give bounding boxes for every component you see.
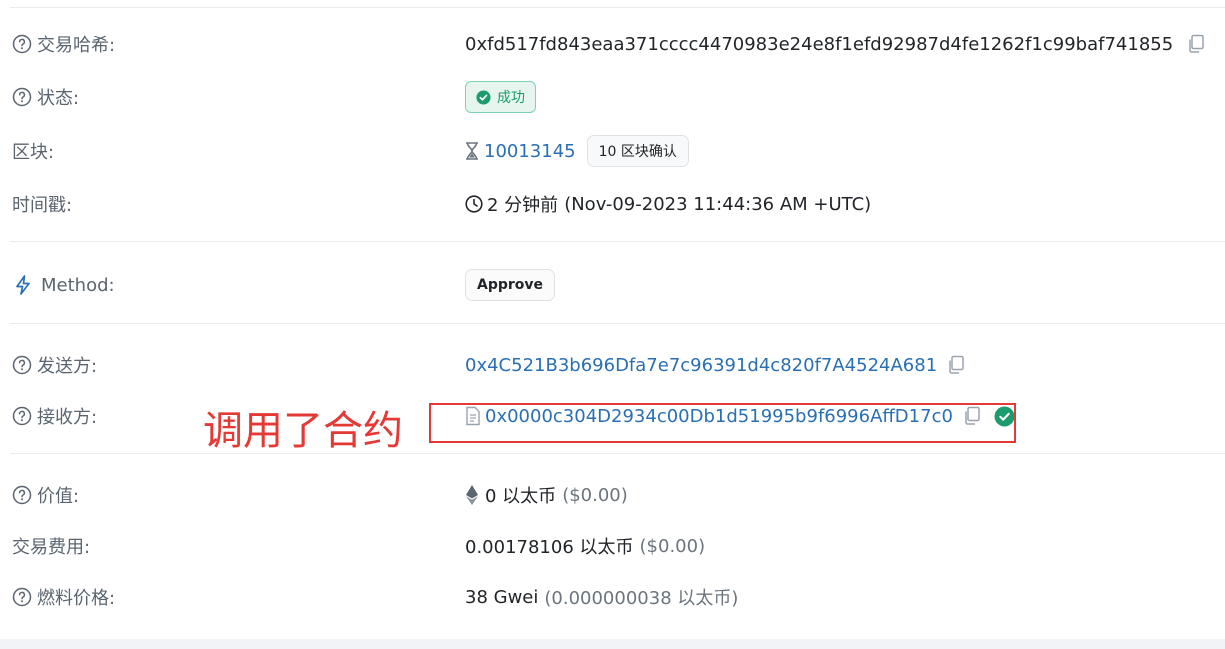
timestamp-label-text: 时间戳: (12, 195, 73, 216)
to-label-text: 接收方: (37, 407, 98, 428)
lightning-icon (16, 275, 30, 295)
fee-value: 0.00178106 以太币 ($0.00) (465, 533, 705, 559)
annotation-highlight-box (429, 403, 1016, 443)
divider-3 (10, 453, 1225, 454)
question-circle-icon[interactable] (12, 355, 32, 375)
value-value: 0 以太币 ($0.00) (465, 482, 628, 508)
tx-hash-value: 0xfd517fd843eaa371cccc4470983e24e8f1efd9… (465, 33, 1207, 55)
block-label: 区块: (12, 138, 54, 164)
from-value: 0x4C521B3b696Dfa7e7c96391d4c820f7A4524A6… (465, 354, 967, 376)
divider-2 (10, 323, 1225, 324)
fee-row: 交易费用: 0.00178106 以太币 ($0.00) (0, 526, 1225, 566)
method-row: Method: Approve (0, 265, 1225, 305)
status-badge: 成功 (465, 81, 536, 113)
question-circle-icon[interactable] (12, 406, 32, 426)
top-divider (10, 7, 1225, 8)
fee-amount: 0.00178106 以太币 (465, 537, 634, 558)
copy-icon[interactable] (1185, 33, 1207, 55)
question-circle-icon[interactable] (12, 485, 32, 505)
block-label-text: 区块: (12, 142, 55, 163)
from-address-link[interactable]: 0x4C521B3b696Dfa7e7c96391d4c820f7A4524A6… (465, 355, 937, 376)
tx-hash-label: 交易哈希: (12, 31, 115, 57)
gas-price-row: 燃料价格: 38 Gwei (0.000000038 以太币) (0, 577, 1225, 617)
fee-usd: ($0.00) (639, 535, 706, 557)
status-row: 状态: 成功 (0, 77, 1225, 117)
question-circle-icon[interactable] (12, 587, 32, 607)
value-row: 价值: 0 以太币 ($0.00) (0, 475, 1225, 515)
method-label-text: Method: (41, 274, 115, 296)
gas-price-value: 38 Gwei (0.000000038 以太币) (465, 584, 738, 610)
value-label: 价值: (12, 482, 79, 508)
question-circle-icon[interactable] (12, 87, 32, 107)
status-label-text: 状态: (37, 88, 80, 109)
timestamp-relative: 2 分钟前 (487, 195, 559, 216)
tx-hash-row: 交易哈希: 0xfd517fd843eaa371cccc4470983e24e8… (0, 24, 1225, 64)
ethereum-icon (466, 485, 478, 505)
from-label-text: 发送方: (37, 356, 98, 377)
divider-1 (10, 241, 1225, 242)
hourglass-icon (466, 142, 478, 160)
value-label-text: 价值: (37, 486, 80, 507)
timestamp-label: 时间戳: (12, 191, 72, 217)
timestamp-absolute: (Nov-09-2023 11:44:36 AM +UTC) (564, 193, 872, 215)
from-label: 发送方: (12, 352, 97, 378)
gas-price-label-text: 燃料价格: (37, 588, 116, 609)
method-badge: Approve (465, 269, 556, 301)
clock-icon (465, 195, 483, 213)
status-value: 成功 (465, 81, 536, 113)
question-circle-icon[interactable] (12, 34, 32, 54)
fee-label-text: 交易费用: (12, 537, 91, 558)
block-confirmations-badge: 10 区块确认 (586, 135, 689, 167)
timestamp-value: 2 分钟前 (Nov-09-2023 11:44:36 AM +UTC) (465, 191, 871, 217)
gas-price-label: 燃料价格: (12, 584, 115, 610)
gas-price-detail: (0.000000038 以太币) (544, 588, 739, 609)
from-row: 发送方: 0x4C521B3b696Dfa7e7c96391d4c820f7A4… (0, 345, 1225, 385)
fee-label: 交易费用: (12, 533, 90, 559)
footer-strip (0, 639, 1225, 649)
to-label: 接收方: (12, 403, 97, 429)
timestamp-row: 时间戳: 2 分钟前 (Nov-09-2023 11:44:36 AM +UTC… (0, 184, 1225, 224)
tx-hash-text[interactable]: 0xfd517fd843eaa371cccc4470983e24e8f1efd9… (465, 34, 1173, 55)
status-label: 状态: (12, 84, 79, 110)
tx-hash-label-text: 交易哈希: (37, 35, 116, 56)
value-amount: 0 以太币 (485, 486, 557, 507)
check-circle-icon (476, 89, 491, 105)
method-label: Method: (12, 274, 115, 296)
block-number-link[interactable]: 10013145 (484, 141, 576, 162)
value-usd: ($0.00) (562, 484, 628, 506)
annotation-text: 调用了合约 (203, 408, 403, 454)
block-row: 区块: 10013145 10 区块确认 (0, 131, 1225, 171)
gas-price-amount: 38 Gwei (465, 586, 539, 608)
method-value: Approve (465, 269, 556, 301)
status-badge-text: 成功 (497, 90, 525, 106)
block-value: 10013145 10 区块确认 (465, 135, 689, 167)
copy-icon[interactable] (945, 354, 967, 376)
